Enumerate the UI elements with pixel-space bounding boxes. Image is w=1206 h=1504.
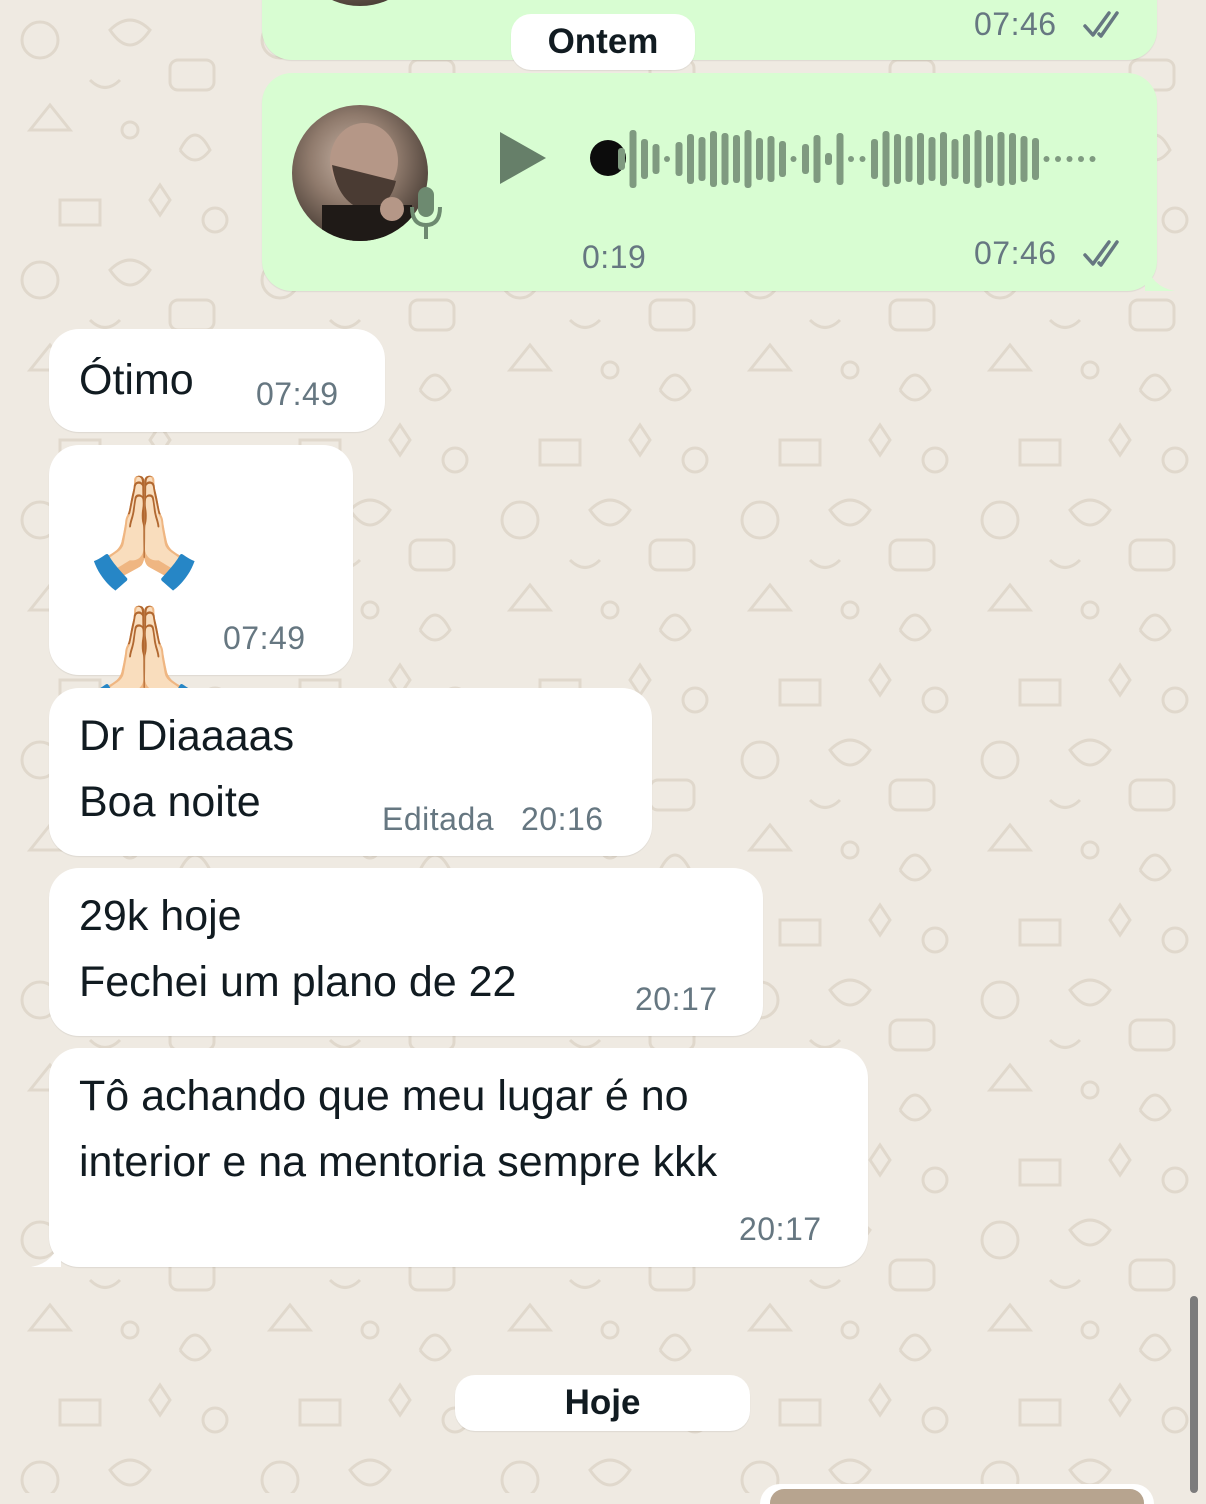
date-separator-label: Ontem [547, 22, 659, 61]
waveform-bar [1009, 133, 1016, 185]
voice-message-bubble-partial[interactable]: 07:46 [262, 0, 1157, 60]
waveform-bar [859, 156, 866, 162]
microphone-icon [410, 187, 442, 239]
waveform-bar [618, 148, 625, 170]
waveform-bar [756, 138, 763, 180]
waveform-bar [629, 130, 637, 188]
waveform-bar [1032, 138, 1039, 180]
message-text-line: interior e na mentoria sempre kkk [79, 1138, 718, 1186]
waveform-bar [1020, 136, 1028, 182]
message-bubble[interactable]: 29k hoje Fechei um plano de 22 20:17 [49, 868, 763, 1036]
waveform-bar [963, 134, 970, 184]
waveform-bar [825, 153, 832, 165]
date-separator-yesterday: Ontem [511, 14, 695, 70]
message-text-line: Tô achando que meu lugar é no [79, 1072, 689, 1120]
waveform-bar [986, 135, 993, 183]
message-timestamp: 07:46 [974, 6, 1057, 42]
waveform-bar [894, 134, 901, 184]
date-separator-label: Hoje [564, 1383, 641, 1422]
message-timestamp: 20:17 [739, 1211, 822, 1247]
sender-avatar [292, 0, 428, 6]
play-icon[interactable] [500, 132, 546, 184]
waveform-bar [848, 156, 854, 162]
waveform-bar [940, 132, 947, 186]
double-check-icon [1083, 11, 1119, 38]
message-text-line: Boa noite [79, 778, 261, 826]
waveform-bar [813, 135, 821, 183]
waveform-bar [721, 133, 729, 185]
message-bubble[interactable]: Dr Diaaaas Boa noite Editada 20:16 [49, 688, 652, 856]
waveform-bar [1043, 156, 1050, 162]
waveform-bar [641, 139, 648, 179]
waveform-bar [928, 137, 936, 181]
waveform-bar [905, 136, 913, 182]
waveform-bar [836, 133, 844, 185]
waveform-bar [1066, 156, 1073, 162]
waveform-bar [779, 141, 786, 177]
message-text-line: Dr Diaaaas [79, 712, 295, 760]
message-text-line: Fechei um plano de 22 [79, 958, 517, 1006]
message-text-line: 29k hoje [79, 892, 242, 940]
waveform-bar [951, 139, 959, 179]
message-timestamp: 20:16 [521, 801, 604, 837]
waveform-bar [675, 142, 683, 176]
bubble-tail [1145, 261, 1175, 291]
message-timestamp: 07:46 [974, 235, 1057, 271]
waveform-bar [997, 132, 1005, 186]
message-timestamp: 07:49 [223, 620, 306, 656]
audio-waveform[interactable] [614, 124, 1104, 194]
waveform-bar [698, 137, 706, 181]
waveform-bar [871, 139, 878, 179]
date-separator-today: Hoje [455, 1375, 750, 1431]
message-timestamp: 20:17 [635, 981, 718, 1017]
waveform-bar [733, 135, 740, 183]
waveform-bar [1089, 156, 1096, 162]
waveform-bar [767, 136, 775, 182]
voice-duration: 0:19 [582, 239, 647, 275]
message-timestamp: 07:49 [256, 376, 339, 412]
waveform-bar [1055, 156, 1061, 162]
message-bubble[interactable]: Tô achando que meu lugar é no interior e… [31, 1048, 868, 1267]
waveform-bar [687, 134, 694, 184]
waveform-bar [652, 144, 660, 174]
waveform-bar [744, 130, 752, 188]
edited-label: Editada [382, 801, 495, 837]
waveform-bar [882, 131, 890, 187]
waveform-bar [917, 133, 924, 185]
bubble-tail [31, 1237, 61, 1267]
waveform-bar [790, 156, 797, 162]
waveform-bar [664, 156, 670, 162]
double-check-icon [1083, 240, 1119, 267]
message-bubble-emoji[interactable]: 🙏🏻🙏🏻 07:49 [49, 445, 353, 724]
waveform-bar [1078, 156, 1084, 162]
waveform-bar [974, 130, 982, 188]
waveform-bar [802, 144, 809, 174]
voice-message-bubble[interactable]: 0:19 07:46 [262, 73, 1175, 291]
message-text: Ótimo [79, 356, 194, 404]
scrollbar[interactable] [1190, 1296, 1198, 1493]
waveform-bar [710, 131, 717, 187]
image-message-partial[interactable] [760, 1484, 1154, 1504]
message-bubble[interactable]: Ótimo 07:49 [49, 329, 385, 432]
